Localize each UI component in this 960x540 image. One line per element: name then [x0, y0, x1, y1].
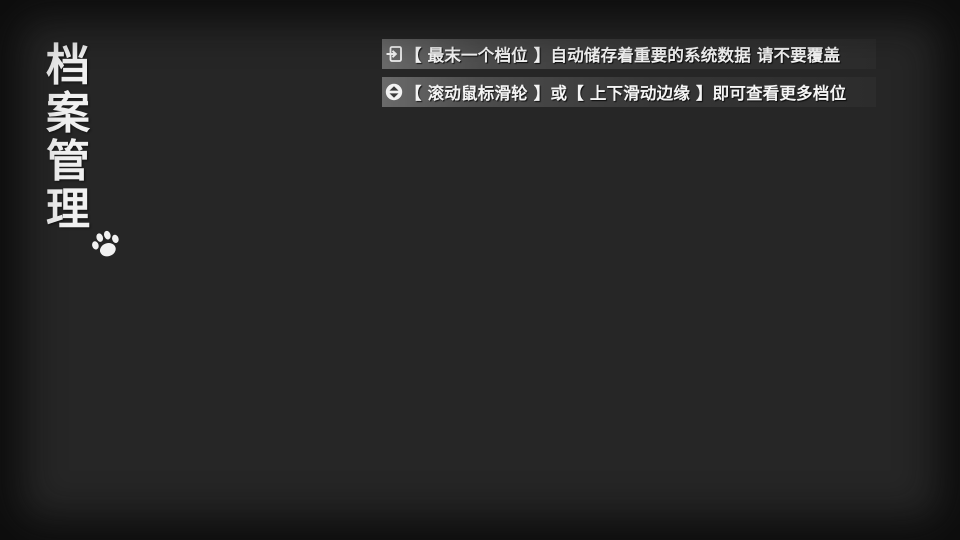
scroll-updown-icon: [385, 83, 403, 101]
title-char: 理: [46, 184, 90, 235]
hint-last-slot: 【 最末一个档位 】自动储存着重要的系统数据 请不要覆盖: [382, 39, 876, 69]
page-title: 档 案 管 理: [42, 42, 94, 234]
hint-text: 【 最末一个档位 】自动储存着重要的系统数据 请不要覆盖: [405, 46, 841, 65]
save-management-screen: 档 案 管 理 【 最末一个档位 】自动储存着重要的系统数据 请不要覆盖 【 滚…: [0, 0, 960, 540]
title-char: 案: [46, 88, 90, 139]
title-char: 管: [46, 136, 90, 187]
paw-print-icon: [92, 230, 119, 257]
hint-text: 【 滚动鼠标滑轮 】或【 上下滑动边缘 】即可查看更多档位: [405, 84, 847, 103]
hint-scroll: 【 滚动鼠标滑轮 】或【 上下滑动边缘 】即可查看更多档位: [382, 77, 876, 107]
title-char: 档: [46, 40, 90, 91]
enter-arrow-icon: [386, 46, 402, 62]
